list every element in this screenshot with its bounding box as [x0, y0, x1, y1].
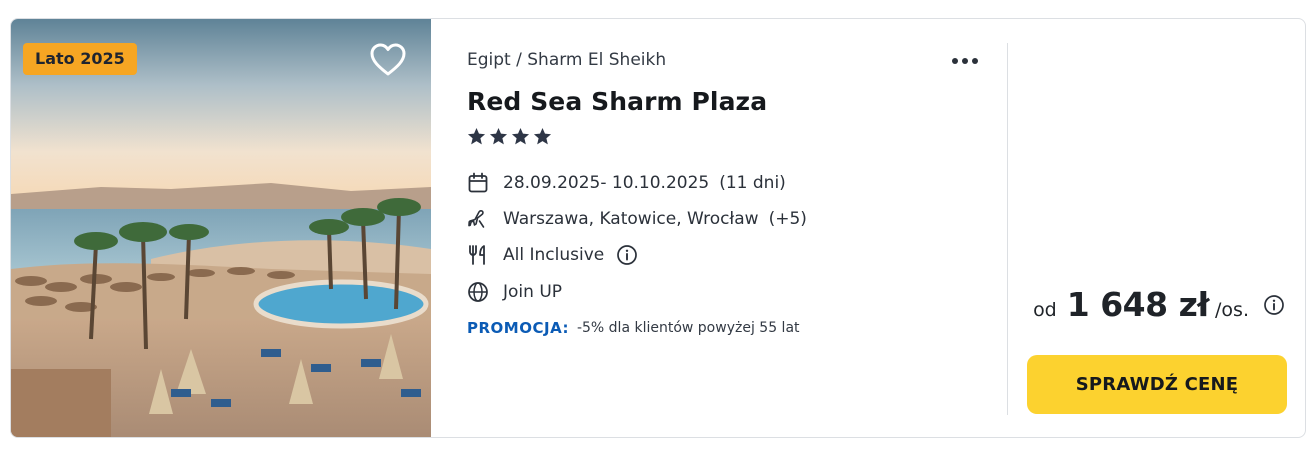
star-rating [467, 127, 552, 149]
hotel-name[interactable]: Red Sea Sharm Plaza [467, 87, 767, 116]
promo-text: -5% dla klientów powyżej 55 lat [576, 320, 800, 336]
star-icon [511, 127, 530, 145]
board-text: All Inclusive [503, 245, 605, 265]
calendar-icon [467, 172, 489, 194]
price-amount: 1 648 zł [1066, 285, 1210, 324]
program-text: Join UP [503, 282, 563, 302]
heart-outline-icon [370, 43, 406, 76]
location-breadcrumb[interactable]: Egipt / Sharm El Sheikh [467, 50, 666, 70]
star-icon [533, 127, 552, 145]
plane-icon [467, 208, 489, 230]
season-badge: Lato 2025 [23, 43, 137, 75]
check-price-button[interactable]: SPRAWDŹ CENĘ [1027, 355, 1287, 414]
hotel-photo-image [11, 19, 431, 437]
more-dots-icon [952, 58, 978, 64]
cutlery-icon [467, 244, 489, 266]
dates-text: 28.09.2025- 10.10.2025 [503, 173, 710, 193]
promo-label: PROMOCJA: [467, 319, 569, 337]
board-info-icon[interactable] [616, 244, 638, 266]
globe-icon [467, 281, 489, 303]
more-options-button[interactable] [947, 49, 983, 73]
offer-card[interactable]: Lato 2025 Egipt / Sharm El Sheikh Red Se… [10, 18, 1306, 438]
dates-row: 28.09.2025- 10.10.2025 (11 dni) [467, 170, 786, 196]
airports-text: Warszawa, Katowice, Wrocław [503, 209, 759, 229]
price-prefix: od [1033, 299, 1057, 321]
program-row: Join UP [467, 279, 562, 305]
airports-more[interactable]: (+5) [769, 209, 807, 229]
promotion: PROMOCJA: -5% dla klientów powyżej 55 la… [467, 319, 800, 337]
favorite-button[interactable] [367, 39, 409, 81]
airports-row: Warszawa, Katowice, Wrocław (+5) [467, 206, 807, 232]
hotel-photo[interactable]: Lato 2025 [11, 19, 431, 437]
duration-text: (11 dni) [719, 173, 786, 193]
price-suffix: /os. [1215, 299, 1249, 321]
price: od 1 648 zł /os. [1033, 285, 1285, 324]
star-icon [489, 127, 508, 145]
board-row: All Inclusive [467, 242, 638, 268]
price-info-icon[interactable] [1263, 294, 1285, 316]
column-divider [1007, 43, 1008, 415]
star-icon [467, 127, 486, 145]
